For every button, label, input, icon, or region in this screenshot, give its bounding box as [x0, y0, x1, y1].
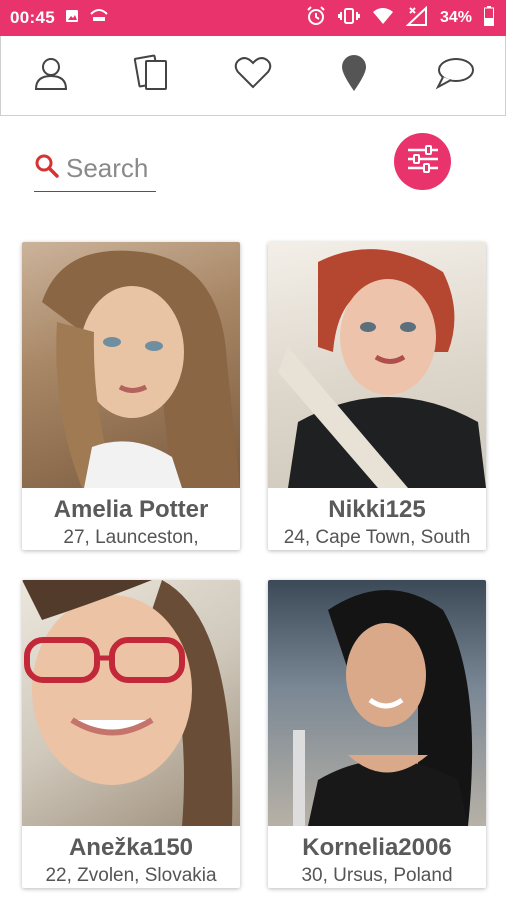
status-time: 00:45 — [10, 8, 55, 27]
nav-cards-button[interactable] — [122, 46, 182, 106]
profile-card[interactable]: Kornelia2006 30, Ursus, Poland — [268, 580, 486, 888]
cards-icon — [133, 54, 171, 97]
profile-card[interactable]: Anežka150 22, Zvolen, Slovakia — [22, 580, 240, 888]
search-icon — [34, 153, 60, 184]
nav-profile-button[interactable] — [21, 46, 81, 106]
profile-photo — [268, 580, 486, 826]
status-left: 00:45 — [10, 8, 109, 29]
search-input[interactable] — [66, 153, 156, 184]
profile-name: Amelia Potter — [53, 496, 209, 523]
battery-icon — [484, 5, 494, 31]
status-right: 34% — [306, 5, 494, 31]
profile-card[interactable]: Nikki125 24, Cape Town, South — [268, 242, 486, 550]
profile-card[interactable]: Amelia Potter 27, Launceston, — [22, 242, 240, 550]
top-nav-bar — [0, 36, 506, 116]
profile-age-location: 27, Launceston, — [63, 527, 199, 548]
profile-name: Anežka150 — [68, 834, 194, 861]
alarm-icon — [306, 5, 326, 31]
profile-photo — [22, 242, 240, 488]
profile-age-location: 24, Cape Town, South — [283, 527, 471, 548]
profile-grid: Amelia Potter 27, Launceston, Nikki125 2… — [22, 242, 486, 888]
app-notification-icon — [89, 8, 109, 29]
profile-age-location: 22, Zvolen, Slovakia — [45, 865, 217, 886]
status-bar: 00:45 34% — [0, 0, 506, 36]
profile-photo — [268, 242, 486, 488]
battery-percentage: 34% — [439, 9, 472, 26]
search-box[interactable] — [34, 146, 156, 192]
chat-bubble-icon — [435, 56, 475, 95]
profile-name: Kornelia2006 — [302, 834, 452, 861]
profile-name: Nikki125 — [328, 496, 426, 523]
heart-icon — [234, 56, 272, 95]
profile-photo — [22, 580, 240, 826]
nav-nearby-button[interactable] — [324, 46, 384, 106]
vibrate-icon — [337, 7, 360, 30]
image-notification-icon — [65, 9, 79, 28]
profile-icon — [33, 55, 69, 96]
signal-icon — [405, 5, 428, 31]
nav-likes-button[interactable] — [223, 46, 283, 106]
filter-button[interactable] — [394, 133, 451, 190]
location-pin-icon — [340, 54, 368, 97]
nav-messages-button[interactable] — [425, 46, 485, 106]
sliders-icon — [406, 144, 440, 179]
profile-age-location: 30, Ursus, Poland — [301, 865, 453, 886]
wifi-icon — [372, 7, 394, 30]
